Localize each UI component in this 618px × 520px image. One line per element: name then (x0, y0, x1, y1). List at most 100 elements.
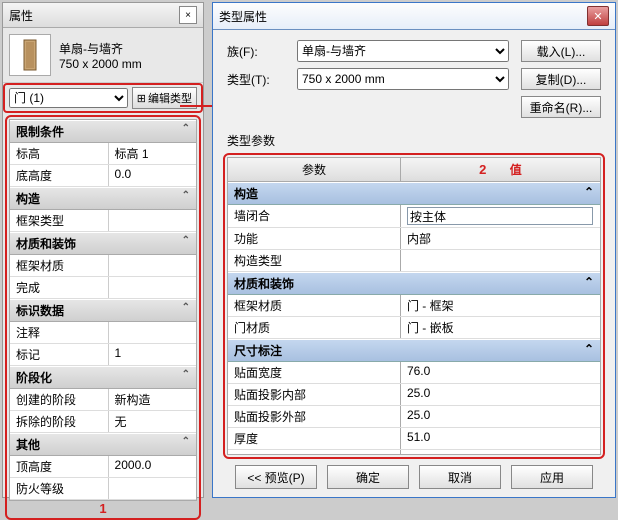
instance-selector-row: 门 (1) ⊞ 编辑类型 (3, 83, 203, 113)
param-value[interactable]: 内部 (401, 228, 600, 249)
property-value[interactable] (109, 478, 196, 499)
param-value[interactable]: 25.0 (401, 384, 600, 405)
ok-button[interactable]: 确定 (327, 465, 409, 489)
param-name: 门材质 (228, 317, 401, 338)
param-value[interactable]: 51.0 (401, 428, 600, 449)
preview-button[interactable]: << 预览(P) (235, 465, 317, 489)
property-row[interactable]: 框架类型 (10, 210, 196, 232)
type-select[interactable]: 750 x 2000 mm (297, 68, 509, 90)
property-value[interactable] (109, 255, 196, 276)
type-param-row[interactable]: 贴面投影外部25.0 (228, 406, 600, 428)
param-name: 贴面投影内部 (228, 384, 401, 405)
type-param-row[interactable]: 贴面投影内部25.0 (228, 384, 600, 406)
type-grid-header: 参数 2 值 (228, 158, 600, 182)
property-value[interactable]: 0.0 (109, 165, 196, 186)
property-row[interactable]: 框架材质 (10, 255, 196, 277)
property-value[interactable] (109, 322, 196, 343)
type-param-row[interactable]: 框架材质门 - 框架 (228, 295, 600, 317)
section-header[interactable]: 构造⌃ (10, 187, 196, 210)
chevron-icon: ⌃ (584, 185, 594, 202)
param-name: 厚度 (228, 428, 401, 449)
param-name: 贴面宽度 (228, 362, 401, 383)
properties-grid: 限制条件⌃标高标高 1底高度0.0构造⌃框架类型材质和装饰⌃框架材质完成标识数据… (9, 119, 197, 501)
property-name: 底高度 (10, 165, 109, 186)
chevron-icon: ⌃ (182, 436, 190, 453)
property-value[interactable]: 无 (109, 411, 196, 432)
close-icon[interactable]: × (179, 6, 197, 24)
section-header[interactable]: 材质和装饰⌃ (10, 232, 196, 255)
property-row[interactable]: 完成 (10, 277, 196, 299)
apply-button[interactable]: 应用 (511, 465, 593, 489)
copy-button[interactable]: 复制(D)... (521, 68, 601, 90)
annotation-number-1: 1 (9, 501, 197, 516)
type-section-header[interactable]: 尺寸标注⌃ (228, 339, 600, 362)
cancel-button[interactable]: 取消 (419, 465, 501, 489)
property-value[interactable]: 1 (109, 344, 196, 365)
type-param-row[interactable]: 高度2000.0 (228, 450, 600, 455)
section-header[interactable]: 阶段化⌃ (10, 366, 196, 389)
param-name: 墙闭合 (228, 205, 401, 227)
type-param-row[interactable]: 墙闭合 (228, 205, 600, 228)
section-header[interactable]: 限制条件⌃ (10, 120, 196, 143)
property-value[interactable]: 标高 1 (109, 143, 196, 164)
type-param-row[interactable]: 功能内部 (228, 228, 600, 250)
chevron-icon: ⌃ (182, 123, 190, 140)
edit-type-button[interactable]: ⊞ 编辑类型 (132, 87, 197, 109)
property-value[interactable]: 新构造 (109, 389, 196, 410)
type-param-row[interactable]: 厚度51.0 (228, 428, 600, 450)
properties-titlebar: 属性 × (3, 3, 203, 28)
property-row[interactable]: 标高标高 1 (10, 143, 196, 165)
property-row[interactable]: 标记1 (10, 344, 196, 366)
property-row[interactable]: 创建的阶段新构造 (10, 389, 196, 411)
param-value[interactable]: 门 - 嵌板 (401, 317, 600, 338)
property-name: 顶高度 (10, 456, 109, 477)
chevron-icon: ⌃ (182, 190, 190, 207)
type-section-header[interactable]: 材质和装饰⌃ (228, 272, 600, 295)
property-value[interactable] (109, 277, 196, 298)
type-param-row[interactable]: 门材质门 - 嵌板 (228, 317, 600, 339)
annotation-number-2: 2 (479, 162, 486, 177)
dialog-button-row: << 预览(P) 确定 取消 应用 (213, 465, 615, 489)
col-header-value: 2 值 (401, 158, 600, 181)
property-name: 完成 (10, 277, 109, 298)
property-name: 标高 (10, 143, 109, 164)
properties-panel: 属性 × 单扇-与墙齐 750 x 2000 mm 门 (1) ⊞ 编辑类型 限… (2, 2, 204, 498)
type-preview-row[interactable]: 单扇-与墙齐 750 x 2000 mm (3, 28, 203, 83)
chevron-icon: ⌃ (584, 342, 594, 359)
param-value[interactable] (401, 205, 600, 227)
load-button[interactable]: 载入(L)... (521, 40, 601, 62)
property-row[interactable]: 底高度0.0 (10, 165, 196, 187)
param-value-input[interactable] (407, 207, 593, 225)
instance-selector[interactable]: 门 (1) (9, 88, 128, 108)
property-row[interactable]: 顶高度2000.0 (10, 456, 196, 478)
section-header[interactable]: 标识数据⌃ (10, 299, 196, 322)
param-value[interactable]: 76.0 (401, 362, 600, 383)
property-row[interactable]: 注释 (10, 322, 196, 344)
property-value[interactable]: 2000.0 (109, 456, 196, 477)
type-section-header[interactable]: 构造⌃ (228, 182, 600, 205)
chevron-icon: ⌃ (182, 302, 190, 319)
param-value[interactable]: 门 - 框架 (401, 295, 600, 316)
type-dialog-title: 类型属性 (219, 8, 267, 25)
section-header[interactable]: 其他⌃ (10, 433, 196, 456)
param-value[interactable] (401, 250, 600, 271)
family-label: 族(F): (227, 43, 297, 60)
param-name: 贴面投影外部 (228, 406, 401, 427)
edit-type-label: 编辑类型 (148, 90, 192, 106)
property-name: 注释 (10, 322, 109, 343)
type-label: 750 x 2000 mm (59, 57, 142, 71)
rename-button[interactable]: 重命名(R)... (521, 96, 601, 118)
type-parameter-grid: 参数 2 值 构造⌃墙闭合功能内部构造类型材质和装饰⌃框架材质门 - 框架门材质… (227, 157, 601, 455)
property-value[interactable] (109, 210, 196, 231)
param-value[interactable]: 2000.0 (401, 450, 600, 455)
dialog-close-button[interactable]: ✕ (587, 6, 609, 26)
property-row[interactable]: 防火等级 (10, 478, 196, 500)
property-row[interactable]: 拆除的阶段无 (10, 411, 196, 433)
property-name: 防火等级 (10, 478, 109, 499)
type-param-label: 类型参数 (213, 128, 615, 151)
family-select[interactable]: 单扇-与墙齐 (297, 40, 509, 62)
type-param-row[interactable]: 构造类型 (228, 250, 600, 272)
param-value[interactable]: 25.0 (401, 406, 600, 427)
type-param-row[interactable]: 贴面宽度76.0 (228, 362, 600, 384)
property-name: 拆除的阶段 (10, 411, 109, 432)
